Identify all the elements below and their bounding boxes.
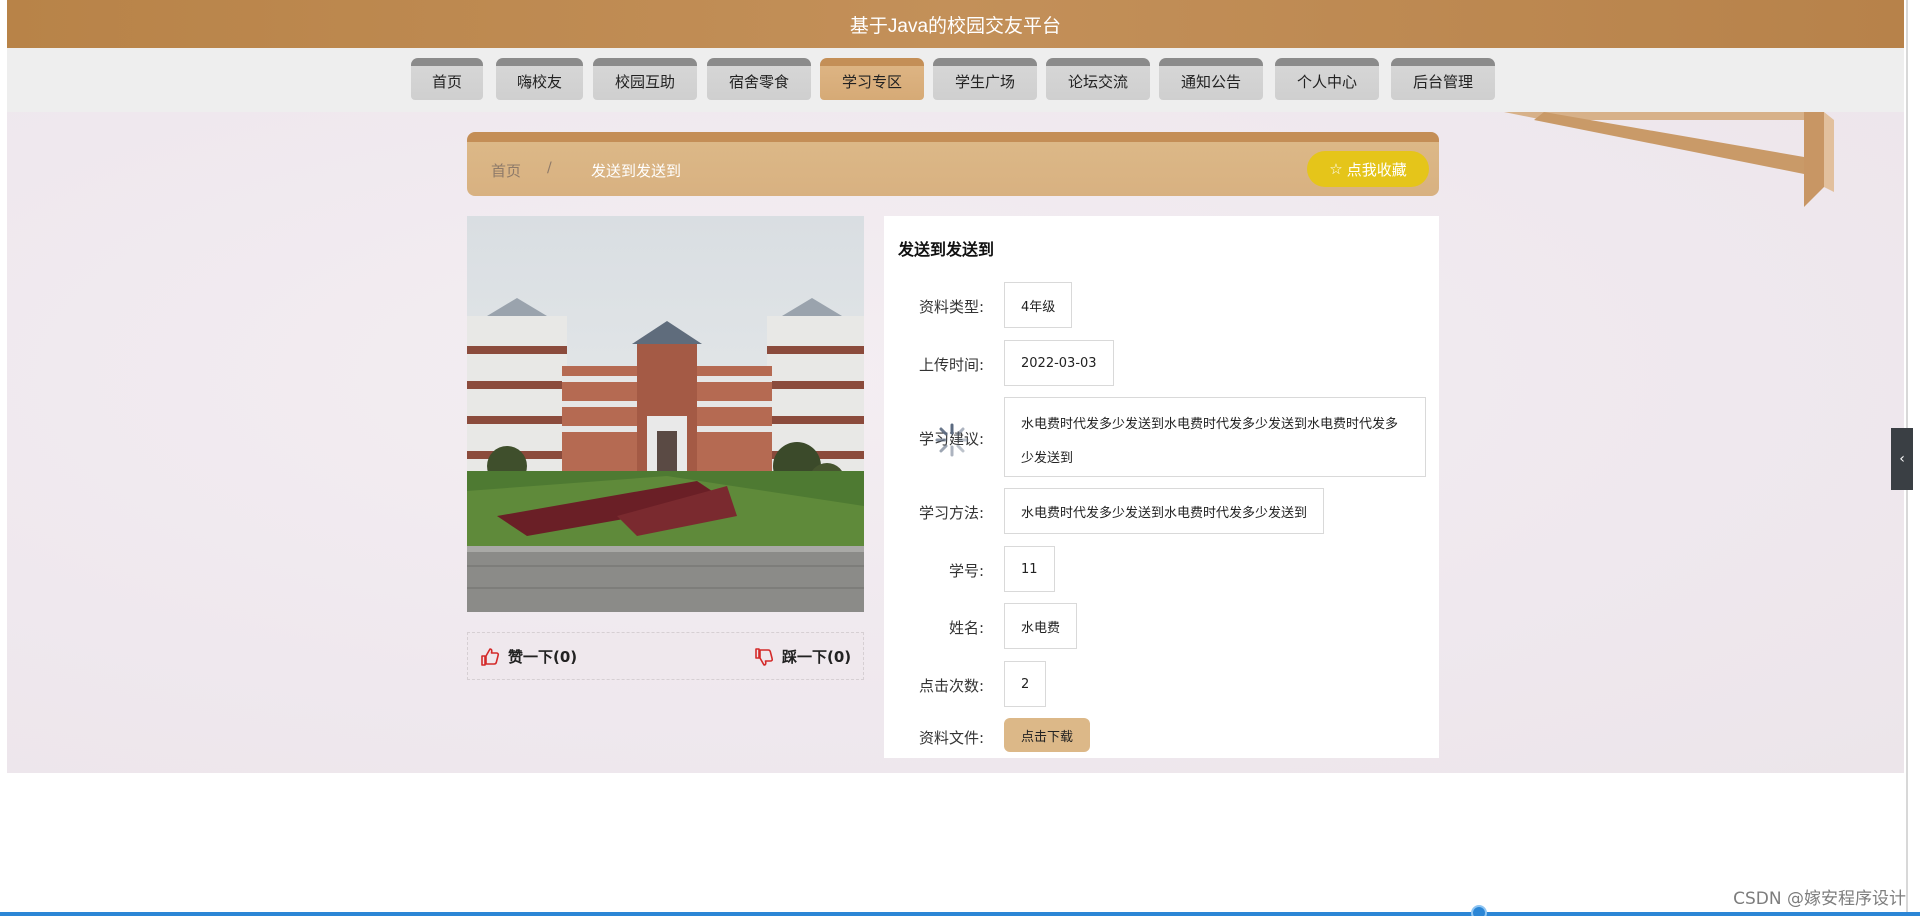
dislike-label: 踩一下(0)	[782, 648, 852, 666]
left-frame	[0, 0, 7, 916]
nav-item-home[interactable]: 首页	[411, 58, 483, 100]
breadcrumb: 首页 / 发送到发送到 ☆ 点我收藏	[467, 132, 1439, 196]
nav-item-profile[interactable]: 个人中心	[1275, 58, 1379, 100]
site-header: 基于Java的校园交友平台	[7, 0, 1904, 48]
name-value: 水电费	[1004, 603, 1078, 649]
upload-time-value: 2022-03-03	[1004, 340, 1114, 386]
nav-item-alumni[interactable]: 嗨校友	[496, 58, 583, 100]
side-panel-toggle[interactable]: ‹	[1891, 428, 1913, 490]
type-label: 资料类型:	[918, 298, 984, 316]
like-label: 赞一下(0)	[508, 648, 578, 666]
campus-building-picture	[467, 216, 864, 612]
nav-item-study-zone[interactable]: 学习专区	[820, 58, 924, 100]
favorite-button-label: 点我收藏	[1346, 160, 1407, 179]
type-value: 4年级	[1004, 282, 1073, 328]
detail-panel: 发送到发送到 资料类型: 4年级 上传时间: 2022-03-03 学习建议: …	[884, 216, 1439, 758]
download-button[interactable]: 点击下载	[1004, 718, 1090, 752]
upload-time-label: 上传时间:	[918, 356, 984, 374]
nav-item-notices[interactable]: 通知公告	[1159, 58, 1263, 100]
suggestion-value: 水电费时代发多少发送到水电费时代发多少发送到水电费时代发多少发送到	[1004, 397, 1426, 477]
nav-item-student-square[interactable]: 学生广场	[933, 58, 1037, 100]
clicks-label: 点击次数:	[918, 677, 984, 695]
loading-spinner-icon	[935, 423, 969, 457]
nav-item-forum[interactable]: 论坛交流	[1046, 58, 1150, 100]
thumbs-down-icon	[755, 647, 774, 666]
chevron-left-icon: ‹	[1899, 451, 1905, 467]
detail-title: 发送到发送到	[898, 240, 995, 259]
watermark: CSDN @嫁安程序设计	[1733, 889, 1906, 909]
favorite-button[interactable]: ☆ 点我收藏	[1307, 151, 1429, 187]
star-outline-icon: ☆	[1329, 160, 1343, 178]
breadcrumb-home-link[interactable]: 首页	[491, 160, 521, 181]
student-id-value: 11	[1004, 546, 1055, 592]
nav-item-admin[interactable]: 后台管理	[1391, 58, 1495, 100]
clicks-value: 2	[1004, 661, 1047, 707]
resource-image	[467, 216, 864, 612]
file-label: 资料文件:	[918, 729, 984, 747]
decorative-frame	[1504, 112, 1834, 207]
main-nav: 首页 嗨校友 校园互助 宿舍零食 学习专区 学生广场 论坛交流 通知公告 个人中…	[7, 48, 1904, 112]
name-label: 姓名:	[948, 619, 984, 637]
dislike-button[interactable]: 踩一下(0)	[754, 646, 851, 667]
method-value: 水电费时代发多少发送到水电费时代发多少发送到	[1004, 488, 1325, 534]
progress-bar	[0, 912, 1920, 916]
site-title: 基于Java的校园交友平台	[849, 15, 1062, 37]
breadcrumb-current: 发送到发送到	[591, 162, 682, 180]
page: 基于Java的校园交友平台 首页 嗨校友 校园互助 宿舍零食 学习专区 学生广场…	[0, 0, 1920, 916]
nav-item-mutual-help[interactable]: 校园互助	[593, 58, 697, 100]
nav-item-dorm-snacks[interactable]: 宿舍零食	[707, 58, 811, 100]
like-button[interactable]: 赞一下(0)	[480, 646, 577, 667]
progress-handle[interactable]	[1471, 905, 1487, 916]
vote-bar: 赞一下(0) 踩一下(0)	[467, 632, 864, 680]
method-label: 学习方法:	[918, 504, 984, 522]
student-id-label: 学号:	[948, 562, 984, 580]
thumbs-up-icon	[481, 647, 500, 666]
breadcrumb-separator: /	[547, 160, 552, 176]
